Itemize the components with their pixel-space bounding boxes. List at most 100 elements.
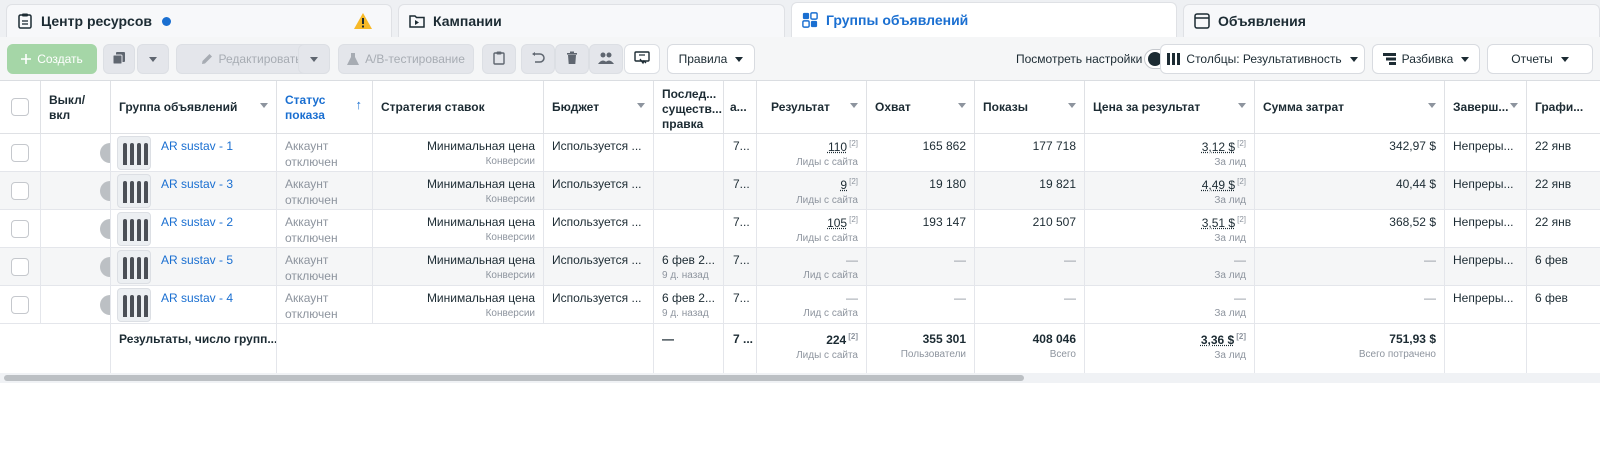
row-cpr-cell: 3,51 $ [2] За лид [1085,210,1255,248]
warning-icon[interactable] [353,12,373,33]
budget-text: Используется ... [552,177,642,191]
reach-value: 193 147 [922,215,966,229]
horizontal-scrollbar[interactable] [4,375,1024,381]
table-row[interactable]: AR sustav - 5 Аккаунт отключен Минимальная … [0,248,1600,286]
header-status[interactable]: Статус показа ↑ [277,81,373,134]
edit-dropdown-button[interactable] [298,44,330,74]
row-last-edit-cell [654,172,724,210]
row-schedule-cell: 22 янв [1527,172,1600,210]
cost-per-result-value[interactable]: 3,51 $ [1202,216,1235,230]
header-spend[interactable]: Сумма затрат [1255,81,1445,134]
header-end[interactable]: Заверш... [1445,81,1527,134]
truncated-value: 7... [733,291,750,305]
columns-button[interactable]: Столбцы: Результативность [1160,44,1365,74]
table-row[interactable]: AR sustav - 1 Аккаунт отключен Минимальная … [0,134,1600,172]
header-budget[interactable]: Бюджет [544,81,654,134]
bid-strategy: Минимальная цена [426,177,535,191]
cost-per-result-value[interactable]: 3,12 $ [1202,140,1235,154]
row-select-cell [0,286,41,324]
duplicate-button[interactable] [103,44,135,74]
row-checkbox[interactable] [11,296,29,314]
adset-name-link[interactable]: AR sustav - 5 [161,253,233,267]
result-value[interactable]: 110 [828,140,847,154]
row-schedule-cell: 22 янв [1527,210,1600,248]
reach-value: 19 180 [929,177,966,191]
create-button[interactable]: Создать [7,44,97,74]
row-end-cell: Непреры... [1445,286,1527,324]
bid-strategy: Минимальная цена [426,253,535,267]
row-status-cell: Аккаунт отключен [277,248,373,286]
tab-ad-sets[interactable]: Группы объявлений [791,2,1177,37]
adset-name-link[interactable]: AR sustav - 4 [161,291,233,305]
tab-campaigns[interactable]: Кампании [398,4,785,37]
tab-ads[interactable]: Объявления [1183,4,1600,37]
adset-toggle[interactable] [100,295,110,315]
row-checkbox[interactable] [11,144,29,162]
audience-button[interactable] [589,44,623,74]
row-impressions-cell: 19 821 [975,172,1085,210]
ad-thumbnail [117,250,151,284]
undo-button[interactable] [521,44,555,74]
adset-toggle[interactable] [100,257,110,277]
result-value[interactable]: — [846,253,858,267]
adset-toggle[interactable] [100,181,110,201]
status-text: отключен [285,155,338,169]
header-result[interactable]: Результат [757,81,867,134]
adset-name-link[interactable]: AR sustav - 1 [161,139,233,153]
header-cost-per-result[interactable]: Цена за результат [1085,81,1255,134]
ab-test-button[interactable]: A/B-тестирование [338,44,474,74]
duplicate-dropdown-button[interactable] [137,44,169,74]
adset-toggle[interactable] [100,219,110,239]
row-checkbox[interactable] [11,258,29,276]
clipboard-button[interactable] [482,44,516,74]
row-schedule-cell: 22 янв [1527,134,1600,172]
adset-toggle[interactable] [100,143,110,163]
cost-per-result-value[interactable]: — [1234,253,1246,267]
header-a[interactable]: а... [724,81,757,134]
result-value[interactable]: 105 [827,216,847,230]
cost-per-result-value[interactable]: 4,49 $ [1202,178,1235,192]
clipboard-icon [493,51,505,68]
result-value[interactable]: 9 [840,178,847,192]
row-checkbox[interactable] [11,182,29,200]
header-adset[interactable]: Группа объявлений [111,81,277,134]
header-schedule[interactable]: Графи... [1527,81,1600,134]
table-row[interactable]: AR sustav - 2 Аккаунт отключен Минимальная … [0,210,1600,248]
delete-button[interactable] [555,44,589,74]
preview-icon [634,50,650,68]
cpr-sub: За лид [1214,157,1246,168]
totals-impressions-cell: 408 046 Всего [975,324,1085,374]
adset-name-link[interactable]: AR sustav - 3 [161,177,233,191]
header-impressions[interactable]: Показы [975,81,1085,134]
table-row[interactable]: AR sustav - 4 Аккаунт отключен Минимальная … [0,286,1600,324]
table-row[interactable]: AR sustav - 3 Аккаунт отключен Минимальная … [0,172,1600,210]
totals-cpr[interactable]: 3,36 $ [1201,333,1234,347]
footnote-marker: [2] [849,215,858,224]
result-value[interactable]: — [846,291,858,305]
row-checkbox[interactable] [11,220,29,238]
ad-icon [1194,13,1210,29]
row-name-cell: AR sustav - 5 [111,248,277,286]
totals-reach-sub: Пользователи [900,349,966,360]
breakdown-button[interactable]: Разбивка [1372,44,1480,74]
header-last-edit[interactable]: Послед... существ... правка [654,81,724,134]
end-text: Непреры... [1453,215,1514,229]
adset-name-link[interactable]: AR sustav - 2 [161,215,233,229]
row-budget-cell: Используется ... [544,134,654,172]
preview-button[interactable] [624,44,660,74]
totals-schedule-cell [1527,324,1600,374]
header-reach[interactable]: Охват [867,81,975,134]
tab-resource-center[interactable]: Центр ресурсов [6,4,392,37]
row-impressions-cell: 177 718 [975,134,1085,172]
status-text: отключен [285,269,338,283]
spend-value: 342,97 $ [1389,139,1436,153]
reports-button[interactable]: Отчеты [1487,44,1593,74]
totals-result-sub: Лиды с сайта [796,350,858,361]
cost-per-result-value[interactable]: — [1234,291,1246,305]
header-bid-strategy[interactable]: Стратегия ставок [373,81,544,134]
rules-button[interactable]: Правила [667,44,755,74]
ab-test-label: A/B-тестирование [365,52,465,66]
select-all-checkbox[interactable] [11,98,29,116]
header-toggle[interactable]: Выкл/ вкл [41,81,111,134]
spend-value: 368,52 $ [1389,215,1436,229]
